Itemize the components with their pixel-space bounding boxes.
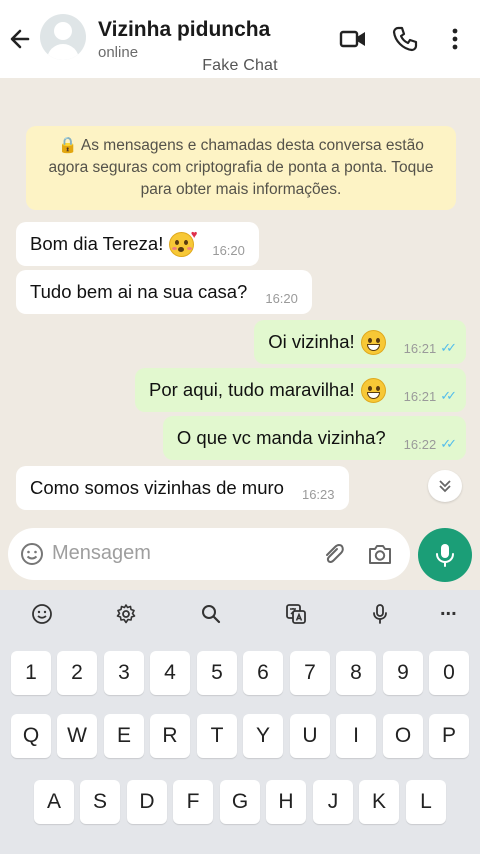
encryption-notice[interactable]: 🔒 As mensagens e chamadas desta conversa… [26,126,456,210]
message-text: O que vc manda vizinha? [176,427,386,448]
keyboard-row-numbers: 1 2 3 4 5 6 7 8 9 0 [0,651,480,697]
key[interactable]: O [383,714,423,758]
key[interactable]: 9 [383,651,423,695]
read-receipt-icon: ✓✓ [440,388,457,403]
message-incoming[interactable]: Bom dia Tereza! ♥ 16:20 [16,222,259,266]
grinning-emoji-icon [360,329,386,355]
key[interactable]: T [197,714,237,758]
message-composer: Mensagem [8,528,410,580]
key[interactable]: 1 [11,651,51,695]
key[interactable]: 4 [150,651,190,695]
key[interactable]: K [359,780,399,824]
message-text: Oi vizinha! [268,331,355,352]
key[interactable]: 6 [243,651,283,695]
message-outgoing[interactable]: Oi vizinha! 16:21 ✓✓ [254,320,466,364]
emoji-icon[interactable] [30,602,54,626]
message-time: 16:20 [265,290,298,306]
translate-icon[interactable] [284,602,308,626]
key[interactable]: G [220,780,260,824]
key[interactable]: E [104,714,144,758]
key[interactable]: D [127,780,167,824]
key[interactable]: 3 [104,651,144,695]
read-receipt-icon: ✓✓ [440,436,457,451]
mic-icon [436,544,454,567]
avatar[interactable] [40,14,86,60]
key[interactable]: P [429,714,469,758]
key[interactable]: U [290,714,330,758]
read-receipt-icon: ✓✓ [440,340,457,355]
voice-input-icon[interactable] [368,602,392,626]
attach-icon[interactable] [320,540,346,568]
video-call-icon[interactable] [338,24,368,54]
keyboard: ... 1 2 3 4 5 6 7 8 9 0 Q W E R T Y U I … [0,590,480,854]
message-input[interactable]: Mensagem [52,542,151,565]
key[interactable]: Q [11,714,51,758]
message-text: Tudo bem ai na sua casa? [30,281,248,302]
kiss-emoji-icon: ♥ [169,229,197,257]
key[interactable]: S [80,780,120,824]
message-time: 16:21 [403,388,437,404]
camera-icon[interactable] [366,541,394,567]
message-time: 16:22 [403,436,437,452]
key[interactable]: 0 [429,651,469,695]
message-text: Como somos vizinhas de muro [30,477,284,498]
keyboard-row-2: A S D F G H J K L [0,780,480,826]
back-arrow-icon[interactable] [6,22,36,56]
mic-button[interactable] [418,528,472,582]
watermark-text: Fake Chat [202,57,278,74]
message-time: 16:20 [212,242,245,258]
key[interactable]: R [150,714,190,758]
chat-area: 🔒 As mensagens e chamadas desta conversa… [0,78,480,528]
message-text: Por aqui, tudo maravilha! [148,379,355,400]
key[interactable]: 8 [336,651,376,695]
message-time: 16:21 [403,340,437,356]
key[interactable]: I [336,714,376,758]
chat-header: Vizinha piduncha online Fake Chat [0,0,480,78]
key[interactable]: Y [243,714,283,758]
message-outgoing[interactable]: O que vc manda vizinha? 16:22 ✓✓ [162,416,466,460]
more-options-icon[interactable] [440,24,470,54]
key[interactable]: 2 [57,651,97,695]
voice-call-icon[interactable] [390,24,420,54]
keyboard-toolbar: ... [0,590,480,636]
key[interactable]: A [34,780,74,824]
more-tools-icon[interactable]: ... [440,598,464,622]
key[interactable]: F [173,780,213,824]
message-outgoing[interactable]: Por aqui, tudo maravilha! 16:21 ✓✓ [134,368,466,412]
contact-name[interactable]: Vizinha piduncha [98,18,270,42]
key[interactable]: H [266,780,306,824]
message-incoming[interactable]: Tudo bem ai na sua casa? 16:20 [16,270,312,314]
grinning-emoji-icon [360,377,386,403]
key[interactable]: 7 [290,651,330,695]
scroll-to-bottom-button[interactable] [428,470,462,502]
key[interactable]: J [313,780,353,824]
search-icon[interactable] [199,602,223,626]
message-time: 16:23 [301,486,335,502]
key[interactable]: L [406,780,446,824]
message-incoming[interactable]: Como somos vizinhas de muro 16:23 [16,466,349,510]
keyboard-row-1: Q W E R T Y U I O P [0,714,480,760]
key[interactable]: W [57,714,97,758]
message-text: Bom dia Tereza! [30,233,164,254]
key[interactable]: 5 [197,651,237,695]
emoji-icon[interactable] [20,542,44,566]
settings-icon[interactable] [114,602,138,626]
